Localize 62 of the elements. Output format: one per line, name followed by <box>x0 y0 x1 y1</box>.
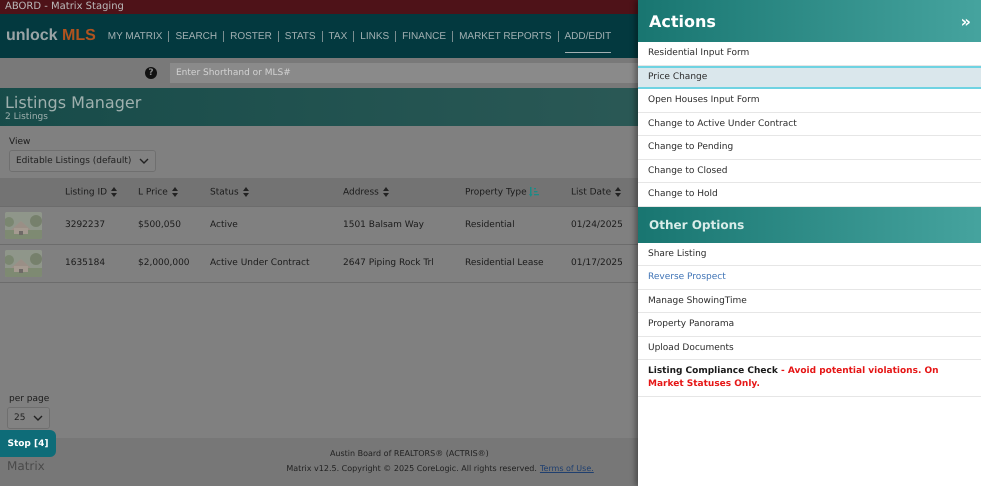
listing-count: 2 Listings <box>5 112 49 123</box>
table-cell: $2,000,000 <box>138 244 210 282</box>
view-dropdown[interactable]: Editable Listings (default) <box>9 150 156 172</box>
table-cell: Residential Lease <box>465 244 571 282</box>
action-item[interactable]: Change to Pending <box>638 136 981 160</box>
action-item[interactable]: Open Houses Input Form <box>638 89 981 112</box>
action-item[interactable]: Property Panorama <box>638 313 981 336</box>
nav-link[interactable]: ADD/EDIT <box>564 19 612 53</box>
action-item[interactable]: Upload Documents <box>638 336 981 360</box>
stop-button[interactable]: Stop [4] <box>0 430 56 457</box>
help-icon[interactable]: ? <box>145 67 157 79</box>
chevron-down-icon <box>33 414 44 420</box>
column-header[interactable]: List Date <box>571 178 638 206</box>
column-header[interactable]: Status <box>210 178 343 206</box>
compliance-notice[interactable]: Listing Compliance Check - Avoid potential violations. On Market Statuses Only. <box>638 360 981 397</box>
table-cell: 1501 Balsam Way <box>343 206 465 244</box>
table-cell: Residential <box>465 206 571 244</box>
copyright-text: Matrix v12.5. Copyright © 2025 CoreLogic. All rights reserved. <box>286 464 537 473</box>
collapse-button[interactable]: » <box>960 12 971 30</box>
per-page-label: per page <box>9 392 50 404</box>
action-item[interactable]: Manage ShowingTime <box>638 290 981 313</box>
column-header[interactable]: L Price <box>138 178 210 206</box>
table-cell: $500,050 <box>138 206 210 244</box>
nav-link[interactable]: LINKS <box>360 19 390 53</box>
table-cell: Active <box>210 206 343 244</box>
table-cell: 1635184 <box>65 244 138 282</box>
action-link[interactable]: Reverse Prospect <box>638 266 981 290</box>
nav-link[interactable]: MY MATRIX <box>108 19 162 53</box>
sort-icon <box>242 186 250 197</box>
nav-link[interactable]: ROSTER <box>230 19 272 53</box>
column-header[interactable]: Address <box>343 178 465 206</box>
section-title: Other Options <box>649 218 744 232</box>
nav-link[interactable]: MARKET REPORTS <box>459 19 552 53</box>
nav-link[interactable]: SEARCH <box>175 19 218 53</box>
chevron-down-icon <box>139 158 150 164</box>
view-label: View <box>9 136 32 148</box>
sort-icon <box>110 186 118 197</box>
sort-icon <box>170 186 179 197</box>
table-cell: 01/17/2025 <box>571 244 638 282</box>
nav-link[interactable]: STATS <box>284 19 316 53</box>
logo: unlock MLS <box>6 27 96 45</box>
table-cell: 01/24/2025 <box>571 206 638 244</box>
action-item[interactable]: Price Change <box>638 66 981 89</box>
page-title: Listings Manager <box>5 93 142 112</box>
search-field[interactable]: Enter Shorthand or MLS# <box>170 63 638 83</box>
footer-text: Austin Board of REALTORS® (ACTRIS®) <box>330 449 489 458</box>
action-item[interactable]: Change to Closed <box>638 160 981 183</box>
table-cell: Active Under Contract <box>210 244 343 282</box>
sort-ascending-icon <box>529 186 540 197</box>
column-header[interactable]: Listing ID <box>65 178 138 206</box>
per-page-dropdown[interactable]: 25 <box>7 406 50 428</box>
table-cell: 2647 Piping Rock Trl <box>343 244 465 282</box>
section-title: Actions <box>649 12 716 30</box>
window-title: ABORD - Matrix Staging <box>0 0 638 14</box>
sort-icon <box>382 186 390 197</box>
action-item[interactable]: Share Listing <box>638 242 981 266</box>
table-cell: 3292237 <box>65 206 138 244</box>
nav-link[interactable]: TAX <box>328 19 348 53</box>
column-header[interactable]: Property Type <box>465 178 571 206</box>
nav-link[interactable]: FINANCE <box>402 19 446 53</box>
sort-icon <box>614 186 622 197</box>
action-item[interactable]: Change to Active Under Contract <box>638 112 981 136</box>
